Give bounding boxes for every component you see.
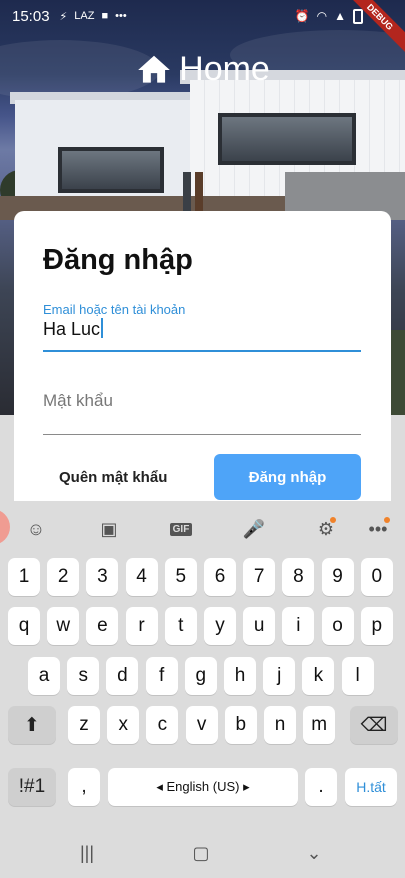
email-field[interactable]: Email hoặc tên tài khoản Ha Luc (43, 302, 361, 352)
key-v[interactable]: v (185, 706, 218, 744)
key-j[interactable]: j (263, 657, 296, 695)
key-1[interactable]: 1 (8, 558, 40, 596)
key-8[interactable]: 8 (282, 558, 315, 596)
period-key[interactable]: . (305, 768, 337, 806)
video-icon: ■ (101, 10, 109, 22)
done-key[interactable]: H.tất (345, 768, 397, 806)
key-h[interactable]: h (224, 657, 256, 695)
login-card: Đăng nhập Email hoặc tên tài khoản Ha Lu… (14, 211, 391, 511)
key-o[interactable]: o (321, 607, 354, 645)
key-l[interactable]: l (341, 657, 374, 695)
key-w[interactable]: w (47, 607, 80, 645)
key-9[interactable]: 9 (321, 558, 354, 596)
emoji-icon[interactable]: ☺ (18, 511, 54, 547)
status-time: 15:03 (12, 7, 50, 25)
key-f[interactable]: f (145, 657, 178, 695)
key-p[interactable]: p (360, 607, 393, 645)
key-7[interactable]: 7 (243, 558, 276, 596)
backspace-key[interactable]: ⌫ (350, 706, 398, 744)
key-3[interactable]: 3 (86, 558, 119, 596)
home-icon (138, 55, 170, 83)
gif-icon[interactable]: GIF (163, 511, 199, 547)
key-6[interactable]: 6 (204, 558, 236, 596)
login-heading: Đăng nhập (43, 244, 193, 276)
key-a[interactable]: a (28, 657, 60, 695)
more-notifications-icon: ••• (115, 10, 127, 22)
space-key[interactable]: ◂ English (US) ▸ (108, 768, 298, 806)
key-t[interactable]: t (164, 607, 197, 645)
key-s[interactable]: s (67, 657, 100, 695)
home-nav-icon[interactable]: ▢ (186, 842, 216, 864)
forgot-password-button[interactable]: Quên mật khẩu (43, 454, 203, 500)
back-icon[interactable]: ⌄ (299, 842, 329, 864)
key-r[interactable]: r (125, 607, 158, 645)
signal-icon: ▲ (334, 9, 346, 23)
keyboard: ☺ ▣ GIF 🎤 ⚙ ••• 1234567890 qwertyuiop asdf… (0, 501, 405, 821)
key-z[interactable]: z (68, 706, 100, 744)
mic-icon[interactable]: 🎤 (236, 511, 272, 547)
alarm-icon: ⏰ (294, 9, 310, 23)
email-value: Ha Luc (43, 319, 101, 339)
key-g[interactable]: g (184, 657, 217, 695)
text-caret (101, 318, 104, 338)
password-input[interactable] (43, 391, 361, 411)
page-title-text: Home (179, 50, 270, 88)
more-icon[interactable]: ••• (360, 511, 396, 547)
house-window (218, 113, 356, 165)
notification-icon: ⚡ (59, 10, 68, 23)
comma-key[interactable]: , (68, 768, 100, 806)
key-5[interactable]: 5 (164, 558, 197, 596)
key-d[interactable]: d (106, 657, 139, 695)
house-window (58, 147, 164, 193)
key-x[interactable]: x (107, 706, 140, 744)
lazada-icon: LAZ (74, 10, 95, 22)
key-i[interactable]: i (282, 607, 315, 645)
more-badge (384, 517, 390, 523)
key-y[interactable]: y (204, 607, 236, 645)
key-2[interactable]: 2 (47, 558, 80, 596)
key-q[interactable]: q (8, 607, 40, 645)
key-0[interactable]: 0 (360, 558, 393, 596)
navigation-bar: ||| ▢ ⌄ (0, 826, 405, 878)
key-m[interactable]: m (303, 706, 336, 744)
settings-icon[interactable]: ⚙ (308, 511, 344, 547)
symbols-key[interactable]: !#1 (8, 768, 56, 806)
password-field[interactable] (43, 391, 361, 435)
recents-icon[interactable]: ||| (72, 842, 102, 864)
page-title: Home (0, 50, 405, 89)
battery-icon (353, 8, 363, 24)
settings-badge (330, 517, 336, 523)
status-bar: 15:03 ⚡ LAZ ■ ••• ⏰ ◠ ▲ DEBUG (0, 0, 405, 61)
shift-key[interactable]: ⬆ (8, 706, 56, 744)
login-button[interactable]: Đăng nhập (214, 454, 361, 500)
key-k[interactable]: k (302, 657, 335, 695)
key-u[interactable]: u (243, 607, 276, 645)
key-4[interactable]: 4 (125, 558, 158, 596)
keyboard-toolbar: ☺ ▣ GIF 🎤 ⚙ ••• (0, 511, 405, 547)
email-label: Email hoặc tên tài khoản (43, 302, 186, 317)
sticker-icon[interactable]: ▣ (91, 511, 127, 547)
key-b[interactable]: b (224, 706, 257, 744)
key-c[interactable]: c (146, 706, 179, 744)
key-e[interactable]: e (86, 607, 119, 645)
wifi-icon: ◠ (316, 9, 328, 23)
key-n[interactable]: n (264, 706, 296, 744)
